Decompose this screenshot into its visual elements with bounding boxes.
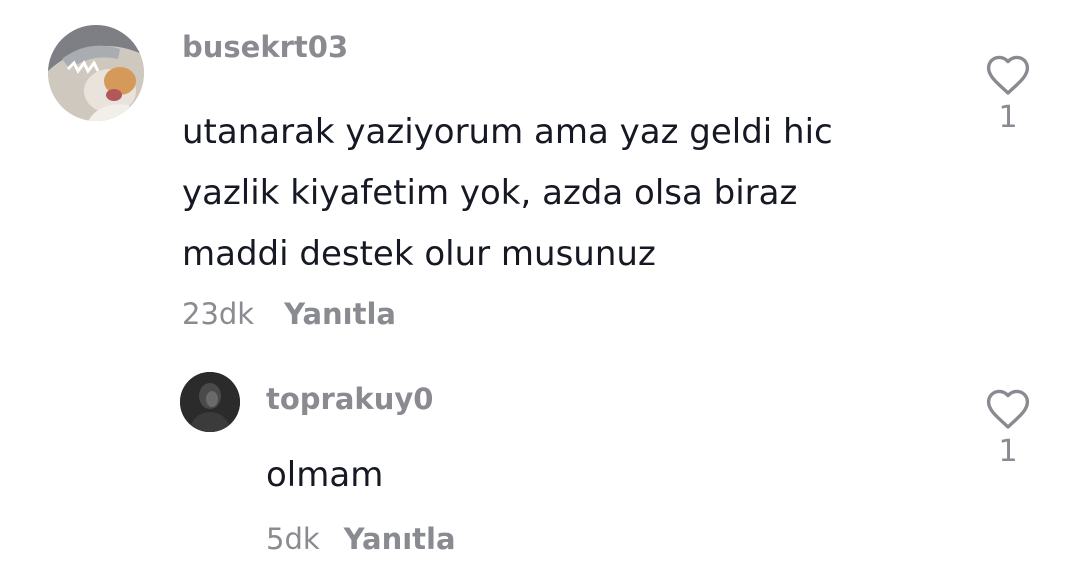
avatar-image	[180, 372, 240, 432]
reply-button[interactable]: Yanıtla	[284, 297, 396, 331]
comment-text: utanarak yaziyorum ama yaz geldi hic yaz…	[182, 102, 833, 285]
avatar-image	[48, 25, 144, 121]
comment-text: olmam	[266, 450, 383, 500]
like-button[interactable]: 1	[983, 386, 1033, 469]
comment-text-line: yazlik kiyafetim yok, azda olsa biraz	[182, 173, 798, 213]
comment-username[interactable]: busekrt03	[182, 30, 348, 64]
avatar[interactable]	[48, 25, 144, 121]
reply-button[interactable]: Yanıtla	[344, 522, 456, 556]
comment-timestamp: 23dk	[182, 297, 255, 331]
comment-text-line: olmam	[266, 455, 384, 495]
comment-text-line: utanarak yaziyorum ama yaz geldi hic	[182, 112, 833, 152]
like-button[interactable]: 1	[983, 52, 1033, 135]
comment-username[interactable]: toprakuy0	[266, 382, 433, 416]
comment-timestamp: 5dk	[266, 522, 320, 556]
comment-text-line: maddi destek olur musunuz	[182, 234, 656, 274]
heart-outline-icon	[986, 55, 1030, 95]
comment-meta: 5dk Yanıtla	[266, 522, 456, 556]
heart-outline-icon	[986, 389, 1030, 429]
like-count: 1	[998, 434, 1018, 469]
like-count: 1	[998, 100, 1018, 135]
avatar[interactable]	[180, 372, 240, 432]
comment-meta: 23dk Yanıtla	[182, 297, 396, 331]
